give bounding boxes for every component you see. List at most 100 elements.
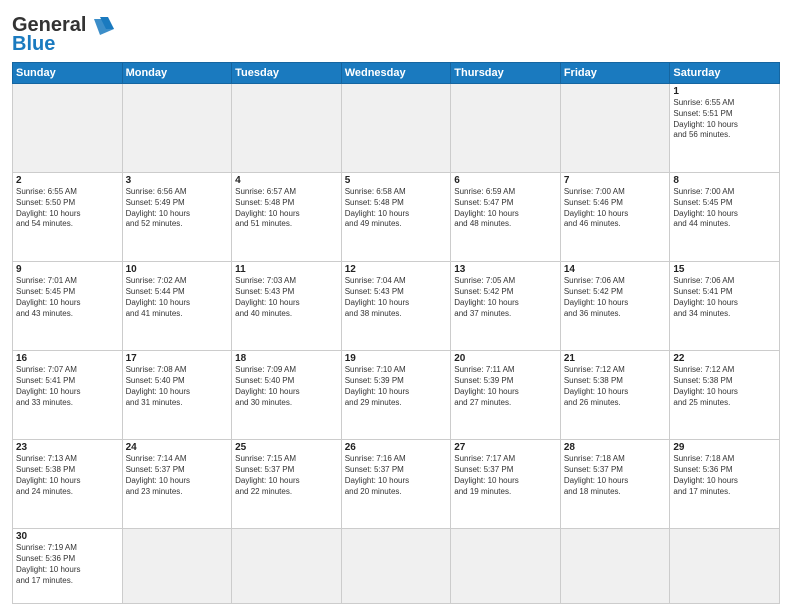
logo: General Blue — [12, 14, 114, 56]
day-number: 15 — [673, 264, 776, 275]
calendar-cell: 4Sunrise: 6:57 AMSunset: 5:48 PMDaylight… — [232, 173, 342, 262]
day-number: 23 — [16, 442, 119, 453]
calendar-cell: 21Sunrise: 7:12 AMSunset: 5:38 PMDayligh… — [560, 351, 670, 440]
day-info: Sunrise: 7:14 AMSunset: 5:37 PMDaylight:… — [126, 454, 229, 497]
day-info: Sunrise: 7:19 AMSunset: 5:36 PMDaylight:… — [16, 543, 119, 586]
calendar-cell: 9Sunrise: 7:01 AMSunset: 5:45 PMDaylight… — [13, 262, 123, 351]
day-number: 14 — [564, 264, 667, 275]
calendar-cell: 1Sunrise: 6:55 AMSunset: 5:51 PMDaylight… — [670, 84, 780, 173]
calendar-cell — [232, 529, 342, 604]
calendar-cell: 22Sunrise: 7:12 AMSunset: 5:38 PMDayligh… — [670, 351, 780, 440]
weekday-wednesday: Wednesday — [341, 63, 451, 84]
calendar-cell — [341, 84, 451, 173]
day-info: Sunrise: 7:10 AMSunset: 5:39 PMDaylight:… — [345, 365, 448, 408]
calendar-cell: 17Sunrise: 7:08 AMSunset: 5:40 PMDayligh… — [122, 351, 232, 440]
day-info: Sunrise: 7:02 AMSunset: 5:44 PMDaylight:… — [126, 276, 229, 319]
weekday-header-row: SundayMondayTuesdayWednesdayThursdayFrid… — [13, 63, 780, 84]
calendar-cell — [560, 529, 670, 604]
day-number: 22 — [673, 353, 776, 364]
day-number: 25 — [235, 442, 338, 453]
header: General Blue — [12, 10, 780, 56]
logo-icon — [86, 15, 114, 37]
calendar-table: SundayMondayTuesdayWednesdayThursdayFrid… — [12, 62, 780, 604]
day-number: 27 — [454, 442, 557, 453]
calendar-row-4: 23Sunrise: 7:13 AMSunset: 5:38 PMDayligh… — [13, 440, 780, 529]
calendar-cell: 29Sunrise: 7:18 AMSunset: 5:36 PMDayligh… — [670, 440, 780, 529]
calendar-cell: 8Sunrise: 7:00 AMSunset: 5:45 PMDaylight… — [670, 173, 780, 262]
weekday-saturday: Saturday — [670, 63, 780, 84]
day-info: Sunrise: 7:01 AMSunset: 5:45 PMDaylight:… — [16, 276, 119, 319]
calendar-cell: 24Sunrise: 7:14 AMSunset: 5:37 PMDayligh… — [122, 440, 232, 529]
day-number: 13 — [454, 264, 557, 275]
calendar-cell: 25Sunrise: 7:15 AMSunset: 5:37 PMDayligh… — [232, 440, 342, 529]
day-info: Sunrise: 7:11 AMSunset: 5:39 PMDaylight:… — [454, 365, 557, 408]
day-number: 10 — [126, 264, 229, 275]
calendar-cell: 7Sunrise: 7:00 AMSunset: 5:46 PMDaylight… — [560, 173, 670, 262]
day-number: 7 — [564, 175, 667, 186]
day-info: Sunrise: 7:06 AMSunset: 5:41 PMDaylight:… — [673, 276, 776, 319]
calendar-cell: 18Sunrise: 7:09 AMSunset: 5:40 PMDayligh… — [232, 351, 342, 440]
day-number: 16 — [16, 353, 119, 364]
weekday-tuesday: Tuesday — [232, 63, 342, 84]
calendar-cell: 10Sunrise: 7:02 AMSunset: 5:44 PMDayligh… — [122, 262, 232, 351]
logo-blue: Blue — [12, 33, 55, 56]
calendar-cell: 16Sunrise: 7:07 AMSunset: 5:41 PMDayligh… — [13, 351, 123, 440]
calendar-cell: 12Sunrise: 7:04 AMSunset: 5:43 PMDayligh… — [341, 262, 451, 351]
day-number: 17 — [126, 353, 229, 364]
calendar-cell: 5Sunrise: 6:58 AMSunset: 5:48 PMDaylight… — [341, 173, 451, 262]
calendar-cell: 27Sunrise: 7:17 AMSunset: 5:37 PMDayligh… — [451, 440, 561, 529]
calendar-row-1: 2Sunrise: 6:55 AMSunset: 5:50 PMDaylight… — [13, 173, 780, 262]
calendar-row-3: 16Sunrise: 7:07 AMSunset: 5:41 PMDayligh… — [13, 351, 780, 440]
day-number: 3 — [126, 175, 229, 186]
day-info: Sunrise: 6:58 AMSunset: 5:48 PMDaylight:… — [345, 187, 448, 230]
day-info: Sunrise: 7:05 AMSunset: 5:42 PMDaylight:… — [454, 276, 557, 319]
day-info: Sunrise: 7:07 AMSunset: 5:41 PMDaylight:… — [16, 365, 119, 408]
calendar-cell: 2Sunrise: 6:55 AMSunset: 5:50 PMDaylight… — [13, 173, 123, 262]
day-info: Sunrise: 7:08 AMSunset: 5:40 PMDaylight:… — [126, 365, 229, 408]
day-info: Sunrise: 7:16 AMSunset: 5:37 PMDaylight:… — [345, 454, 448, 497]
calendar-cell: 15Sunrise: 7:06 AMSunset: 5:41 PMDayligh… — [670, 262, 780, 351]
day-info: Sunrise: 6:57 AMSunset: 5:48 PMDaylight:… — [235, 187, 338, 230]
calendar-cell: 30Sunrise: 7:19 AMSunset: 5:36 PMDayligh… — [13, 529, 123, 604]
day-info: Sunrise: 7:12 AMSunset: 5:38 PMDaylight:… — [564, 365, 667, 408]
calendar-cell: 19Sunrise: 7:10 AMSunset: 5:39 PMDayligh… — [341, 351, 451, 440]
calendar-cell — [341, 529, 451, 604]
calendar-cell: 6Sunrise: 6:59 AMSunset: 5:47 PMDaylight… — [451, 173, 561, 262]
day-info: Sunrise: 7:15 AMSunset: 5:37 PMDaylight:… — [235, 454, 338, 497]
calendar-cell: 13Sunrise: 7:05 AMSunset: 5:42 PMDayligh… — [451, 262, 561, 351]
day-number: 6 — [454, 175, 557, 186]
day-info: Sunrise: 7:04 AMSunset: 5:43 PMDaylight:… — [345, 276, 448, 319]
day-info: Sunrise: 7:06 AMSunset: 5:42 PMDaylight:… — [564, 276, 667, 319]
calendar-cell — [122, 84, 232, 173]
calendar-cell — [670, 529, 780, 604]
day-info: Sunrise: 7:09 AMSunset: 5:40 PMDaylight:… — [235, 365, 338, 408]
calendar-cell: 14Sunrise: 7:06 AMSunset: 5:42 PMDayligh… — [560, 262, 670, 351]
day-info: Sunrise: 7:00 AMSunset: 5:45 PMDaylight:… — [673, 187, 776, 230]
calendar-cell: 26Sunrise: 7:16 AMSunset: 5:37 PMDayligh… — [341, 440, 451, 529]
day-number: 24 — [126, 442, 229, 453]
day-info: Sunrise: 7:18 AMSunset: 5:36 PMDaylight:… — [673, 454, 776, 497]
day-info: Sunrise: 6:55 AMSunset: 5:50 PMDaylight:… — [16, 187, 119, 230]
day-number: 21 — [564, 353, 667, 364]
day-number: 26 — [345, 442, 448, 453]
day-number: 4 — [235, 175, 338, 186]
calendar-row-5: 30Sunrise: 7:19 AMSunset: 5:36 PMDayligh… — [13, 529, 780, 604]
calendar-cell — [451, 84, 561, 173]
day-number: 30 — [16, 531, 119, 542]
calendar-cell — [232, 84, 342, 173]
day-number: 1 — [673, 86, 776, 97]
calendar-cell: 28Sunrise: 7:18 AMSunset: 5:37 PMDayligh… — [560, 440, 670, 529]
day-number: 11 — [235, 264, 338, 275]
calendar-cell — [560, 84, 670, 173]
weekday-thursday: Thursday — [451, 63, 561, 84]
day-number: 28 — [564, 442, 667, 453]
day-number: 8 — [673, 175, 776, 186]
day-info: Sunrise: 6:59 AMSunset: 5:47 PMDaylight:… — [454, 187, 557, 230]
day-info: Sunrise: 7:18 AMSunset: 5:37 PMDaylight:… — [564, 454, 667, 497]
day-info: Sunrise: 7:00 AMSunset: 5:46 PMDaylight:… — [564, 187, 667, 230]
day-number: 29 — [673, 442, 776, 453]
day-info: Sunrise: 6:56 AMSunset: 5:49 PMDaylight:… — [126, 187, 229, 230]
calendar-cell: 20Sunrise: 7:11 AMSunset: 5:39 PMDayligh… — [451, 351, 561, 440]
day-number: 2 — [16, 175, 119, 186]
calendar-cell — [122, 529, 232, 604]
